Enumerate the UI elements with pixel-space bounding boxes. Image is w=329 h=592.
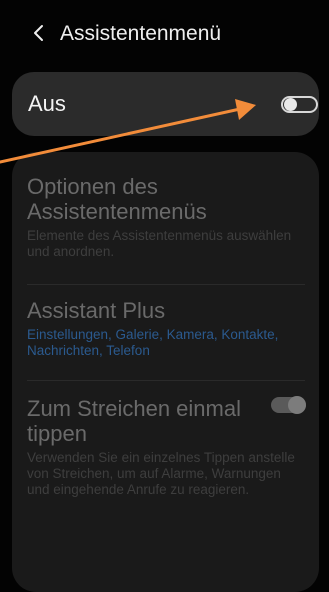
toggle-label: Aus <box>28 91 66 116</box>
back-button[interactable] <box>27 20 49 46</box>
settings-item-assistant-plus: Assistant Plus Einstellungen, Galerie, K… <box>27 298 307 359</box>
settings-item-subtitle: Elemente des Assistentenmenüs auswählen … <box>27 228 292 259</box>
app-header: Assistentenmenü <box>0 0 329 68</box>
toggle-switch[interactable] <box>281 96 318 113</box>
switch-knob <box>288 396 306 414</box>
tap-swipe-switch <box>271 396 306 414</box>
divider <box>27 284 305 285</box>
page-title: Assistentenmenü <box>60 22 222 45</box>
settings-card: Optionen des Assistentenmenüs Elemente d… <box>12 152 319 592</box>
settings-item-tap-instead-of-swipe: Zum Streichen einmal tippen Verwenden Si… <box>27 396 307 498</box>
settings-item-subtitle: Verwenden Sie ein einzelnes Tippen anste… <box>27 450 295 497</box>
toggle-knob <box>284 98 297 111</box>
settings-item-title: Optionen des Assistentenmenüs <box>27 174 207 224</box>
settings-item-options: Optionen des Assistentenmenüs Elemente d… <box>27 174 307 260</box>
settings-item-title: Zum Streichen einmal tippen <box>27 396 241 446</box>
master-toggle-row[interactable]: Aus <box>12 72 319 136</box>
chevron-left-icon <box>34 25 43 41</box>
divider <box>27 380 305 381</box>
settings-item-subtitle: Einstellungen, Galerie, Kamera, Kontakte… <box>27 327 279 358</box>
settings-item-title: Assistant Plus <box>27 298 166 323</box>
